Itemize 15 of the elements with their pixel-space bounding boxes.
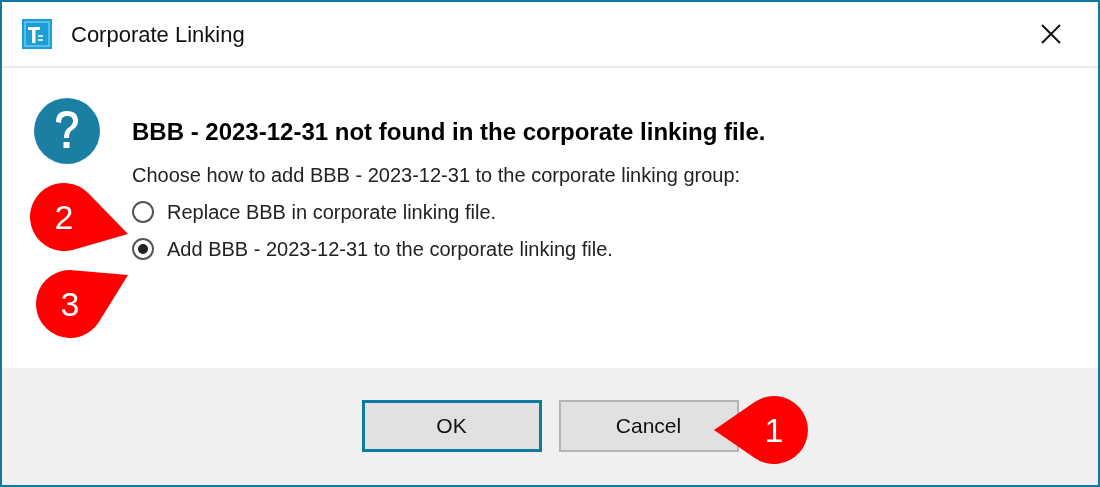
dialog-button[interactable]: Cancel — [558, 400, 739, 452]
dialog-button[interactable]: OK — [361, 400, 542, 452]
window-title: Corporate Linking — [71, 20, 245, 49]
radio-button[interactable] — [132, 238, 154, 260]
message-heading: BBB - 2023-12-31 not found in the corporate linking file. — [132, 118, 766, 146]
callout-marker: 1 — [714, 396, 808, 464]
close-icon — [1040, 23, 1062, 45]
radio-button[interactable] — [132, 201, 154, 223]
app-icon — [22, 19, 52, 49]
prompt-text: Choose how to add BBB - 2023-12-31 to the corporate linking group: — [132, 163, 742, 187]
radio-option[interactable]: Replace BBB in corporate linking file. — [132, 200, 766, 224]
callout-marker: 2 — [30, 183, 128, 251]
callout-marker: 3 — [36, 270, 128, 338]
question-icon — [34, 98, 100, 164]
radio-option[interactable]: Add BBB - 2023-12-31 to the corporate linking file. — [132, 237, 766, 261]
